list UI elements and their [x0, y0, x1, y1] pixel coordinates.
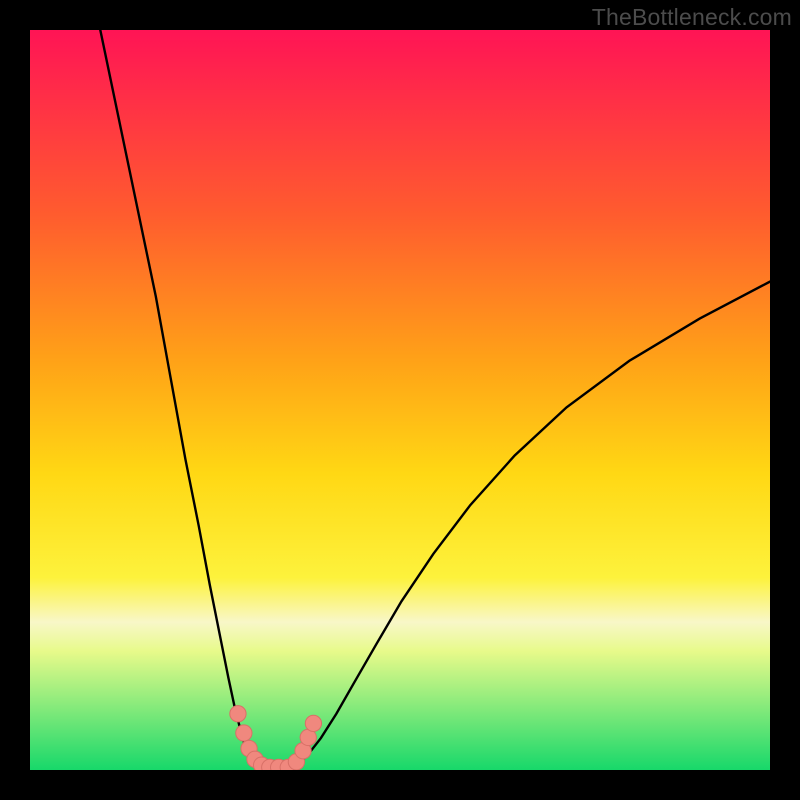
- plot-area: [30, 30, 770, 770]
- outer-frame: TheBottleneck.com: [0, 0, 800, 800]
- watermark-text: TheBottleneck.com: [592, 4, 792, 31]
- valley-marker: [236, 725, 252, 741]
- valley-marker: [230, 706, 246, 722]
- gradient-bg: [30, 30, 770, 770]
- valley-marker: [305, 715, 321, 731]
- chart-svg: [30, 30, 770, 770]
